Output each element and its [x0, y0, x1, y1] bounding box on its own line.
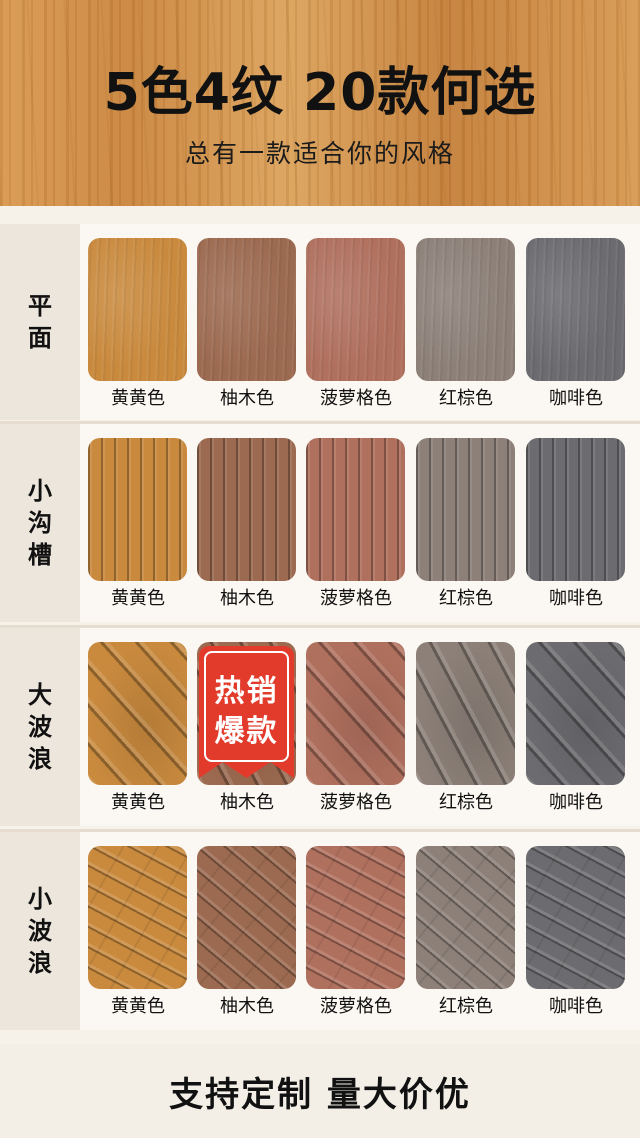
swatch-color-label: 咖啡色	[549, 388, 603, 409]
swatch-color-label: 咖啡色	[549, 588, 603, 609]
wood-swatch[interactable]	[526, 438, 625, 581]
wood-swatch[interactable]	[526, 642, 625, 785]
swatch-color-label: 菠萝格色	[320, 792, 392, 813]
swatch-color-label: 菠萝格色	[320, 588, 392, 609]
swatch-color-label: 红棕色	[439, 388, 493, 409]
swatch-color-label: 黄黄色	[111, 388, 165, 409]
wood-swatch[interactable]	[416, 438, 515, 581]
wood-swatch[interactable]	[416, 642, 515, 785]
wood-swatch[interactable]	[416, 238, 515, 381]
row-divider	[0, 421, 640, 424]
wood-swatch[interactable]	[526, 846, 625, 989]
row-divider	[0, 625, 640, 628]
wood-swatch[interactable]	[306, 238, 405, 381]
page-title: 5色4纹 20款何选	[103, 63, 537, 123]
badge-line-2: 爆款	[214, 714, 279, 749]
swatch-color-label: 柚木色	[220, 388, 274, 409]
hot-sale-badge: 热销 爆款	[199, 646, 294, 778]
row-label-text: 小波浪	[28, 885, 52, 977]
wood-swatch[interactable]	[306, 438, 405, 581]
wood-swatch[interactable]	[197, 846, 296, 989]
wood-swatch[interactable]	[88, 438, 187, 581]
wood-swatch[interactable]	[197, 238, 296, 381]
swatch-color-label: 柚木色	[220, 792, 274, 813]
swatch-color-label: 红棕色	[439, 996, 493, 1017]
wood-header-banner: 5色4纹 20款何选 总有一款适合你的风格	[0, 0, 640, 206]
row-label-text: 平面	[28, 292, 52, 352]
swatch-color-label: 柚木色	[220, 996, 274, 1017]
swatch-color-label: 黄黄色	[111, 996, 165, 1017]
footer-banner: 支持定制 量大价优	[0, 1044, 640, 1138]
wood-swatch[interactable]	[306, 846, 405, 989]
row-label: 大波浪	[0, 628, 80, 826]
wood-swatch[interactable]	[526, 238, 625, 381]
wood-swatch[interactable]	[88, 846, 187, 989]
row-label-text: 大波浪	[28, 681, 52, 773]
footer-text: 支持定制 量大价优	[169, 1074, 471, 1115]
swatch-color-label: 菠萝格色	[320, 388, 392, 409]
row-label-text: 小沟槽	[28, 477, 52, 569]
row-label: 小波浪	[0, 832, 80, 1030]
row-label: 小沟槽	[0, 424, 80, 622]
swatch-color-label: 柚木色	[220, 588, 274, 609]
swatch-color-label: 黄黄色	[111, 792, 165, 813]
row-divider	[0, 829, 640, 832]
swatch-color-label: 菠萝格色	[320, 996, 392, 1017]
wood-swatch[interactable]	[416, 846, 515, 989]
swatch-color-label: 红棕色	[439, 792, 493, 813]
swatch-color-label: 黄黄色	[111, 588, 165, 609]
wood-swatch[interactable]	[88, 238, 187, 381]
row-label: 平面	[0, 224, 80, 420]
swatch-color-label: 咖啡色	[549, 792, 603, 813]
wood-swatch[interactable]	[88, 642, 187, 785]
page-subtitle: 总有一款适合你的风格	[184, 139, 455, 168]
swatch-color-label: 红棕色	[439, 588, 493, 609]
swatch-color-label: 咖啡色	[549, 996, 603, 1017]
badge-line-1: 热销	[214, 674, 279, 709]
wood-swatch[interactable]	[197, 438, 296, 581]
wood-swatch[interactable]	[306, 642, 405, 785]
